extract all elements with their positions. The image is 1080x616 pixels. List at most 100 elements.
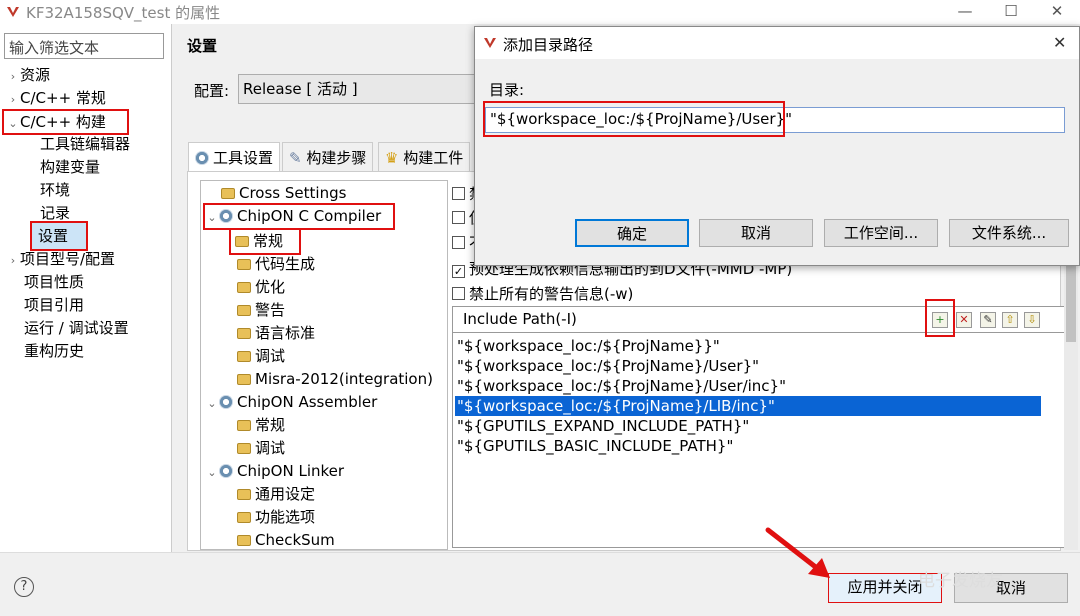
- checkbox-checked[interactable]: ✓: [452, 265, 465, 278]
- folder-icon: [237, 305, 251, 316]
- edit-path-icon[interactable]: ✎: [980, 312, 996, 328]
- nav-item-cpp-general[interactable]: › C/C++ 常规: [6, 87, 106, 110]
- tool-tree: Cross Settings ⌄ ChipON C Compiler 常规 代码生…: [200, 180, 448, 550]
- chevron-down-icon[interactable]: ⌄: [205, 461, 219, 484]
- window-title: KF32A158SQV_test 的属性: [26, 4, 221, 22]
- dialog-titlebar: 添加目录路径 ✕: [475, 27, 1079, 59]
- dialog-title: 添加目录路径: [503, 36, 594, 54]
- folder-icon: [235, 236, 249, 247]
- nav-item-refactor-history[interactable]: 重构历史: [24, 340, 84, 363]
- maximize-button[interactable]: ☐: [988, 0, 1034, 24]
- tree-item-linker-features[interactable]: 功能选项: [237, 506, 315, 529]
- checkbox[interactable]: [452, 236, 465, 249]
- chevron-right-icon[interactable]: ›: [6, 65, 20, 88]
- option-row-suppress-warnings[interactable]: 禁止所有的警告信息(-w): [452, 283, 633, 304]
- nav-item-toolchain-editor[interactable]: 工具链编辑器: [40, 133, 130, 156]
- chevron-right-icon[interactable]: ›: [6, 249, 20, 272]
- config-select[interactable]: Release [ 活动 ]: [238, 74, 478, 104]
- gear-icon: [195, 151, 209, 165]
- tab-build-steps[interactable]: ✎ 构建步骤: [282, 142, 374, 172]
- minimize-button[interactable]: —: [942, 0, 988, 24]
- nav-item-environment[interactable]: 环境: [40, 179, 70, 202]
- add-directory-dialog: 添加目录路径 ✕ 目录: "${workspace_loc:/${ProjNam…: [474, 26, 1080, 266]
- move-down-icon[interactable]: ⇩: [1024, 312, 1040, 328]
- include-path-row[interactable]: "${workspace_loc:/${ProjName}/User/inc}": [455, 376, 1041, 396]
- checkbox[interactable]: [452, 211, 465, 224]
- tree-item-checksum[interactable]: CheckSum: [237, 529, 335, 549]
- include-path-panel: Include Path(-I) + ✕ ✎ ⇧ ⇩ "${workspace_…: [452, 306, 1070, 548]
- add-button-highlight: [925, 299, 955, 337]
- directory-label: 目录:: [489, 81, 525, 99]
- tree-item-c-compiler[interactable]: ⌄ ChipON C Compiler: [203, 203, 395, 230]
- delete-path-icon[interactable]: ✕: [956, 312, 972, 328]
- tree-item-asm-debug[interactable]: 调试: [237, 437, 285, 460]
- tree-item-asm-general[interactable]: 常规: [237, 414, 285, 437]
- move-up-icon[interactable]: ⇧: [1002, 312, 1018, 328]
- tab-tool-settings[interactable]: 工具设置: [188, 142, 281, 172]
- nav-item-project-model[interactable]: › 项目型号/配置: [6, 248, 115, 271]
- directory-input-highlight: [483, 101, 785, 137]
- property-nav-pane: 输入筛选文本 › 资源 › C/C++ 常规 ⌄ C/C++ 构建 工具链编辑器 构建…: [0, 24, 172, 552]
- tree-item-codegen[interactable]: 代码生成: [237, 253, 315, 276]
- watermark: 电子发烧友: [918, 571, 1003, 591]
- folder-icon: [237, 282, 251, 293]
- tree-item-debug[interactable]: 调试: [237, 345, 285, 368]
- nav-item-run-debug[interactable]: 运行 / 调试设置: [24, 317, 129, 340]
- folder-icon: [237, 535, 251, 546]
- tree-item-language-standard[interactable]: 语言标准: [237, 322, 315, 345]
- include-path-row[interactable]: "${GPUTILS_BASIC_INCLUDE_PATH}": [455, 436, 1041, 456]
- folder-icon: [237, 443, 251, 454]
- folder-icon: [237, 259, 251, 270]
- gear-icon: [219, 464, 233, 478]
- folder-icon: [237, 420, 251, 431]
- dialog-cancel-button[interactable]: 取消: [699, 219, 813, 247]
- checkbox[interactable]: [452, 287, 465, 300]
- nav-item-resource[interactable]: › 资源: [6, 64, 50, 87]
- window-titlebar: KF32A158SQV_test 的属性 — ☐ ✕: [0, 0, 1080, 24]
- tree-item-optimize[interactable]: 优化: [237, 276, 285, 299]
- tree-item-misra[interactable]: Misra-2012(integration): [237, 368, 433, 391]
- ok-button[interactable]: 确定: [575, 219, 689, 247]
- nav-item-settings[interactable]: 设置: [30, 221, 88, 251]
- scrollbar-thumb[interactable]: [1066, 262, 1076, 342]
- trophy-icon: ♛: [385, 149, 399, 167]
- folder-icon: [237, 351, 251, 362]
- nav-item-build-variables[interactable]: 构建变量: [40, 156, 100, 179]
- include-path-row-selected[interactable]: "${workspace_loc:/${ProjName}/LIB/inc}": [455, 396, 1041, 416]
- chevron-right-icon[interactable]: ›: [6, 88, 20, 111]
- include-path-title: Include Path(-I): [463, 310, 577, 328]
- config-label: 配置:: [194, 82, 230, 100]
- tree-item-linker-general[interactable]: 通用设定: [237, 483, 315, 506]
- gear-icon: [219, 209, 233, 223]
- close-button[interactable]: ✕: [1034, 0, 1080, 24]
- folder-icon: [237, 328, 251, 339]
- gear-icon: [219, 395, 233, 409]
- chevron-down-icon[interactable]: ⌄: [205, 206, 219, 229]
- dialog-close-button[interactable]: ✕: [1053, 33, 1066, 52]
- tree-item-warnings[interactable]: 警告: [237, 299, 285, 322]
- wrench-icon: ✎: [289, 149, 302, 167]
- chevron-down-icon[interactable]: ⌄: [6, 113, 20, 135]
- help-icon[interactable]: ?: [14, 577, 34, 597]
- app-logo-icon: [484, 38, 496, 48]
- tree-item-cross-settings[interactable]: Cross Settings: [221, 182, 346, 205]
- filter-input[interactable]: 输入筛选文本: [4, 33, 164, 59]
- nav-item-cpp-build[interactable]: ⌄ C/C++ 构建: [2, 109, 129, 135]
- include-path-row[interactable]: "${workspace_loc:/${ProjName}}": [455, 336, 1041, 356]
- include-path-row[interactable]: "${GPUTILS_EXPAND_INCLUDE_PATH}": [455, 416, 1041, 436]
- nav-item-project-references[interactable]: 项目引用: [24, 294, 84, 317]
- tree-item-linker[interactable]: ⌄ ChipON Linker: [205, 460, 344, 483]
- folder-icon: [221, 188, 235, 199]
- chevron-down-icon[interactable]: ⌄: [205, 392, 219, 415]
- tree-item-compiler-general[interactable]: 常规: [229, 228, 301, 255]
- nav-item-project-natures[interactable]: 项目性质: [24, 271, 84, 294]
- checkbox[interactable]: [452, 187, 465, 200]
- workspace-button[interactable]: 工作空间...: [824, 219, 938, 247]
- filesystem-button[interactable]: 文件系统...: [949, 219, 1069, 247]
- annotation-arrow-icon: [765, 527, 830, 578]
- folder-icon: [237, 489, 251, 500]
- tree-item-assembler[interactable]: ⌄ ChipON Assembler: [205, 391, 377, 414]
- folder-icon: [237, 512, 251, 523]
- include-path-row[interactable]: "${workspace_loc:/${ProjName}/User}": [455, 356, 1041, 376]
- tab-build-artifact[interactable]: ♛ 构建工件: [378, 142, 471, 172]
